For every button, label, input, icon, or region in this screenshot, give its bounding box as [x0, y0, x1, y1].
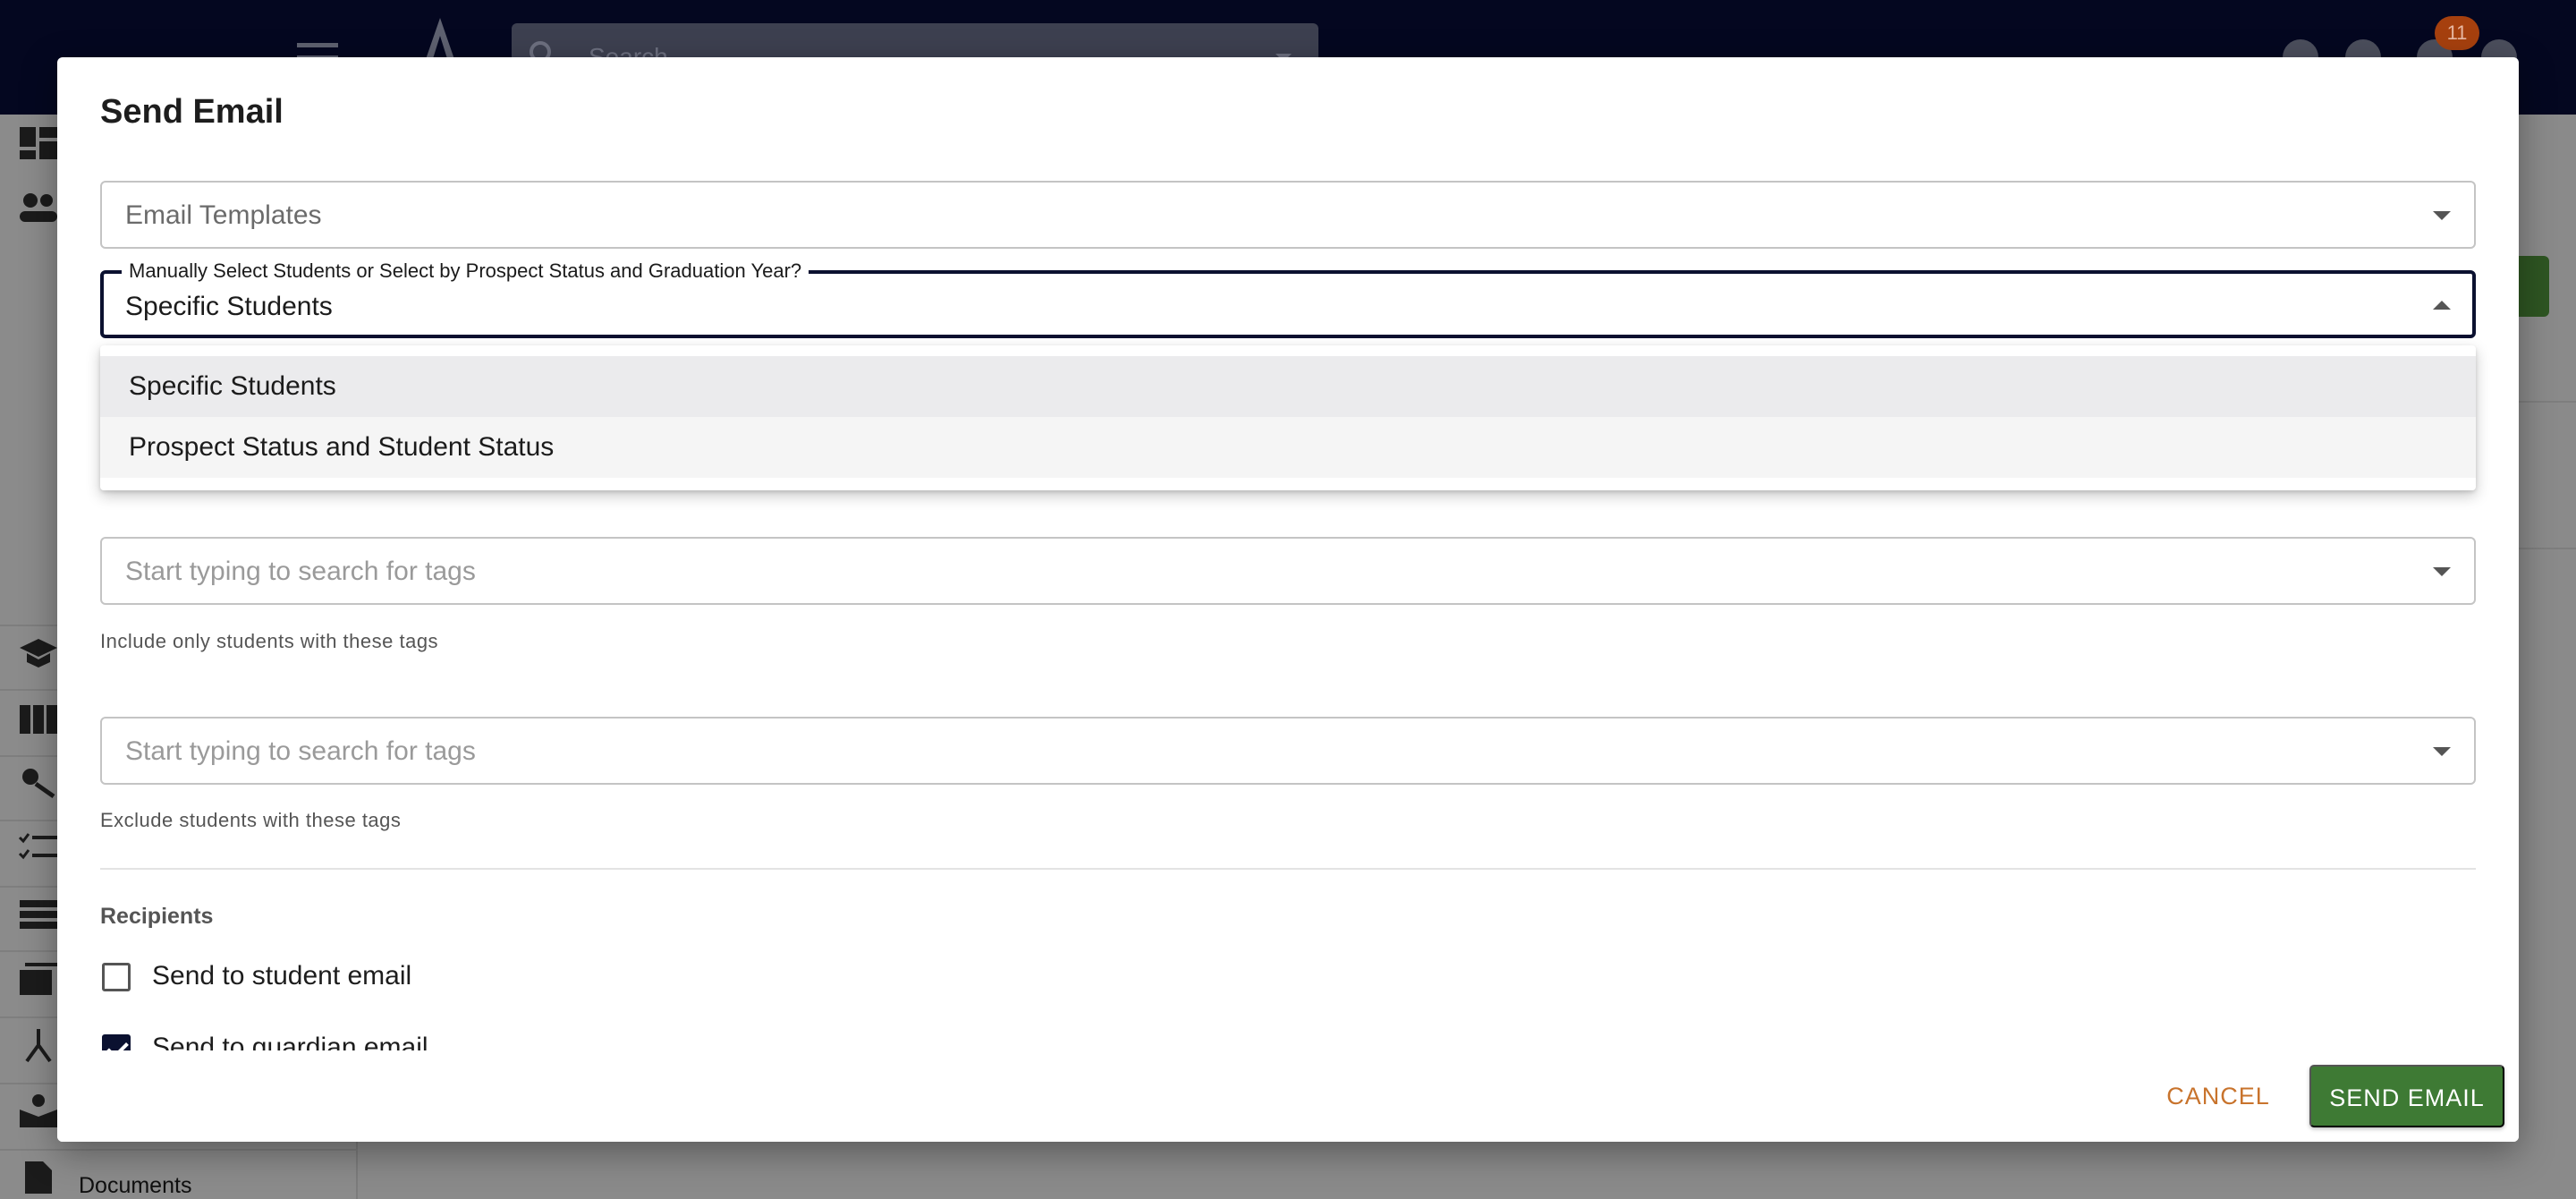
recipients-label: Recipients — [100, 904, 214, 929]
chevron-down-icon — [2433, 567, 2451, 576]
selection-mode-select[interactable]: Manually Select Students or Select by Pr… — [100, 259, 2476, 338]
selection-mode-dropdown: Specific Students Prospect Status and St… — [100, 345, 2476, 490]
chevron-down-icon — [2433, 211, 2451, 220]
chevron-up-icon — [2433, 301, 2451, 310]
section-divider — [100, 868, 2476, 870]
document-icon[interactable] — [18, 1160, 59, 1195]
dialog-actions-area — [57, 1050, 2519, 1142]
exclude-tags-placeholder: Start typing to search for tags — [125, 736, 476, 766]
people-icon[interactable] — [18, 190, 59, 225]
selection-mode-value: Specific Students — [125, 292, 333, 321]
school-icon[interactable] — [18, 635, 59, 671]
option-prospect-status[interactable]: Prospect Status and Student Status — [100, 417, 2476, 478]
send-email-button[interactable]: SEND EMAIL — [2309, 1065, 2504, 1127]
notification-badge: 11 — [2435, 16, 2479, 50]
chevron-down-icon — [2433, 747, 2451, 756]
student-email-label: Send to student email — [152, 961, 412, 991]
option-specific-students[interactable]: Specific Students — [100, 356, 2476, 417]
email-templates-placeholder: Email Templates — [125, 200, 322, 230]
recruiting-icon[interactable] — [18, 764, 59, 800]
sidebar-item-documents[interactable]: Documents — [79, 1173, 191, 1199]
dashboard-icon[interactable] — [18, 125, 59, 161]
dialog-title: Send Email — [100, 93, 284, 131]
columns-icon[interactable] — [18, 702, 59, 737]
include-tags-helper: Include only students with these tags — [100, 630, 439, 652]
include-tags-input[interactable]: Start typing to search for tags — [100, 537, 2476, 605]
exclude-tags-helper: Exclude students with these tags — [100, 809, 402, 831]
selection-mode-label: Manually Select Students or Select by Pr… — [122, 259, 809, 283]
list-icon[interactable] — [18, 897, 59, 932]
checklist-icon[interactable] — [18, 830, 59, 866]
include-tags-placeholder: Start typing to search for tags — [125, 557, 476, 586]
email-templates-select[interactable]: Email Templates — [100, 181, 2476, 249]
student-email-checkbox[interactable] — [102, 963, 131, 991]
send-email-dialog: Send Email Email Templates Manually Sele… — [57, 57, 2519, 1142]
exclude-tags-input[interactable]: Start typing to search for tags — [100, 717, 2476, 785]
cancel-button[interactable]: CANCEL — [2156, 1065, 2281, 1127]
merge-icon[interactable] — [18, 1027, 59, 1063]
book-reader-icon[interactable] — [18, 1093, 59, 1129]
video-library-icon[interactable] — [18, 961, 59, 997]
